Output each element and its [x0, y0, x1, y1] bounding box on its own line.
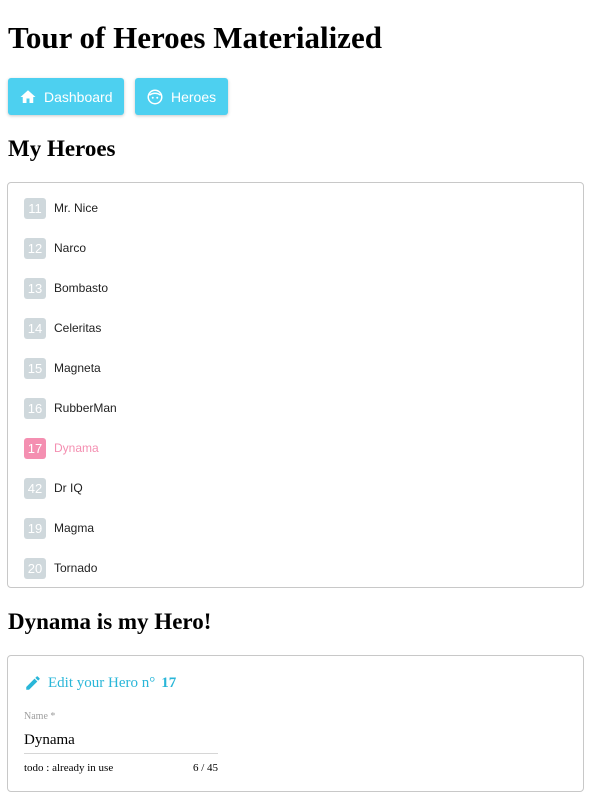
my-heroes-heading: My Heroes	[8, 136, 116, 161]
hero-id-badge: 42	[24, 477, 46, 499]
hero-detail-heading: Dynama is my Hero!	[8, 609, 212, 634]
hero-id-badge: 12	[24, 237, 46, 259]
hero-name: Bombasto	[54, 281, 109, 295]
hero-id-badge: 17	[24, 437, 46, 459]
face-icon	[146, 88, 164, 106]
hero-name: Narco	[54, 241, 87, 255]
heroes-list-card: 11 Mr. Nice 12 Narco 13 Bombasto 14 Celeritas 15…	[7, 182, 584, 588]
pencil-icon	[24, 674, 42, 692]
heroes-button[interactable]: Heroes	[135, 78, 228, 115]
hero-name: Dynama	[54, 441, 99, 455]
edit-hero-title: Edit your Hero n° 17	[24, 674, 176, 692]
hero-list-item[interactable]: 16 RubberMan	[24, 397, 117, 419]
edit-title-number: 17	[161, 674, 177, 691]
hero-name: RubberMan	[54, 401, 117, 415]
hero-list-item[interactable]: 19 Magma	[24, 517, 94, 539]
name-hint: todo : already in use	[24, 762, 114, 774]
hero-id-badge: 14	[24, 317, 46, 339]
hero-name: Tornado	[54, 561, 98, 575]
name-field-label: Name *	[24, 711, 56, 722]
home-icon	[19, 88, 37, 106]
hero-list-item[interactable]: 13 Bombasto	[24, 277, 108, 299]
hero-name-input[interactable]	[24, 727, 218, 754]
hero-name: Dr IQ	[54, 481, 83, 495]
hero-name: Mr. Nice	[54, 201, 99, 215]
hero-detail-card: Edit your Hero n° 17 Name * todo : alrea…	[7, 655, 584, 792]
hero-list-item[interactable]: 42 Dr IQ	[24, 477, 83, 499]
hero-name: Magma	[54, 521, 95, 535]
hero-id-badge: 16	[24, 397, 46, 419]
name-char-counter: 6 / 45	[192, 762, 218, 774]
hero-id-badge: 13	[24, 277, 46, 299]
hero-id-badge: 20	[24, 557, 46, 579]
hero-list-item[interactable]: 11 Mr. Nice	[24, 197, 98, 219]
hero-list-item[interactable]: 14 Celeritas	[24, 317, 101, 339]
hero-name: Celeritas	[54, 321, 102, 335]
main-nav: Dashboard Heroes	[8, 78, 228, 115]
hero-list-item[interactable]: 17 Dynama	[24, 437, 99, 459]
hero-list-item[interactable]: 20 Tornado	[24, 557, 97, 579]
app-title: Tour of Heroes Materialized	[8, 20, 382, 55]
dashboard-button[interactable]: Dashboard	[8, 78, 124, 115]
hero-id-badge: 11	[24, 197, 46, 219]
hero-id-badge: 15	[24, 357, 46, 379]
hero-list-item[interactable]: 15 Magneta	[24, 357, 101, 379]
hero-list-item[interactable]: 12 Narco	[24, 237, 86, 259]
heroes-button-label: Heroes	[171, 88, 217, 105]
dashboard-button-label: Dashboard	[44, 88, 113, 105]
hero-name: Magneta	[54, 361, 101, 375]
edit-title-prefix: Edit your Hero n°	[48, 674, 156, 691]
hero-id-badge: 19	[24, 517, 46, 539]
